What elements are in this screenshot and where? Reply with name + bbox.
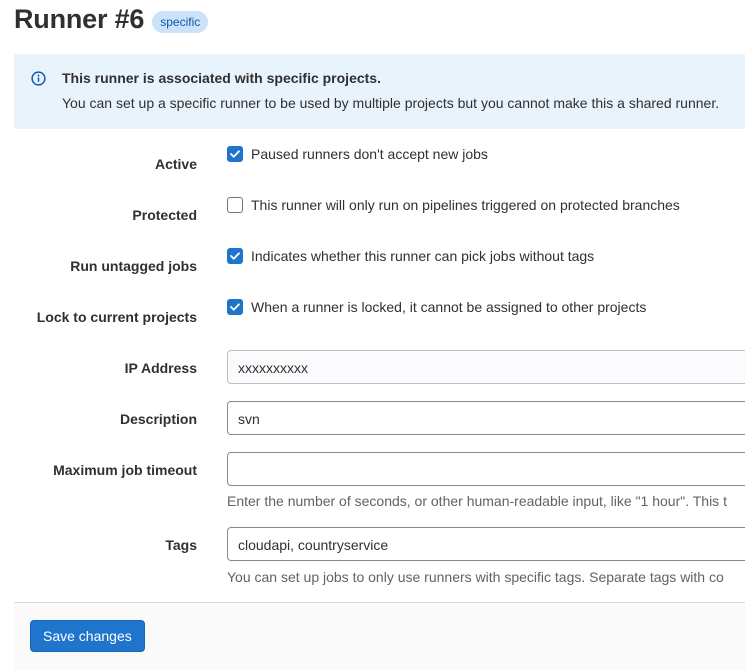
- alert-title: This runner is associated with specific …: [62, 70, 381, 86]
- run-untagged-label: Run untagged jobs: [70, 258, 197, 274]
- max-timeout-label: Maximum job timeout: [53, 462, 197, 478]
- protected-checkbox[interactable]: [227, 197, 243, 213]
- tags-help: You can set up jobs to only use runners …: [227, 569, 724, 585]
- run-untagged-description: Indicates whether this runner can pick j…: [251, 248, 595, 264]
- alert-body: You can set up a specific runner to be u…: [62, 95, 720, 111]
- run-untagged-option[interactable]: Indicates whether this runner can pick j…: [227, 248, 594, 264]
- protected-label: Protected: [132, 207, 197, 223]
- runner-edit-page: Runner #6 specific This runner is associ…: [0, 0, 745, 670]
- locked-description: When a runner is locked, it cannot be as…: [251, 299, 647, 315]
- info-icon: [31, 71, 46, 86]
- check-icon: [230, 252, 240, 260]
- protected-option[interactable]: This runner will only run on pipelines t…: [227, 197, 680, 213]
- ip-address-label: IP Address: [124, 360, 197, 376]
- description-label: Description: [119, 411, 197, 427]
- locked-checkbox[interactable]: [227, 299, 243, 315]
- page-title: Runner #6: [14, 4, 145, 34]
- active-checkbox[interactable]: [227, 146, 243, 162]
- active-label: Active: [154, 156, 197, 172]
- tags-field[interactable]: cloudapi, countryservice: [227, 527, 745, 561]
- active-description: Paused runners don't accept new jobs: [251, 146, 488, 162]
- max-timeout-field[interactable]: [227, 452, 745, 486]
- protected-description: This runner will only run on pipelines t…: [251, 197, 680, 213]
- run-untagged-checkbox[interactable]: [227, 248, 243, 264]
- max-timeout-help: Enter the number of seconds, or other hu…: [227, 493, 727, 509]
- locked-option[interactable]: When a runner is locked, it cannot be as…: [227, 299, 646, 315]
- locked-label: Lock to current projects: [36, 309, 197, 325]
- info-alert: This runner is associated with specific …: [14, 54, 745, 129]
- ip-address-field[interactable]: xxxxxxxxxx: [227, 350, 745, 384]
- form-actions: Save changes: [14, 602, 745, 670]
- check-icon: [230, 303, 240, 311]
- runner-type-badge: specific: [152, 10, 209, 33]
- page-header: Runner #6 specific: [14, 4, 209, 35]
- check-icon: [230, 150, 240, 158]
- description-field[interactable]: svn: [227, 401, 745, 435]
- active-option[interactable]: Paused runners don't accept new jobs: [227, 146, 488, 162]
- save-changes-button[interactable]: Save changes: [30, 620, 145, 652]
- tags-label: Tags: [165, 537, 197, 553]
